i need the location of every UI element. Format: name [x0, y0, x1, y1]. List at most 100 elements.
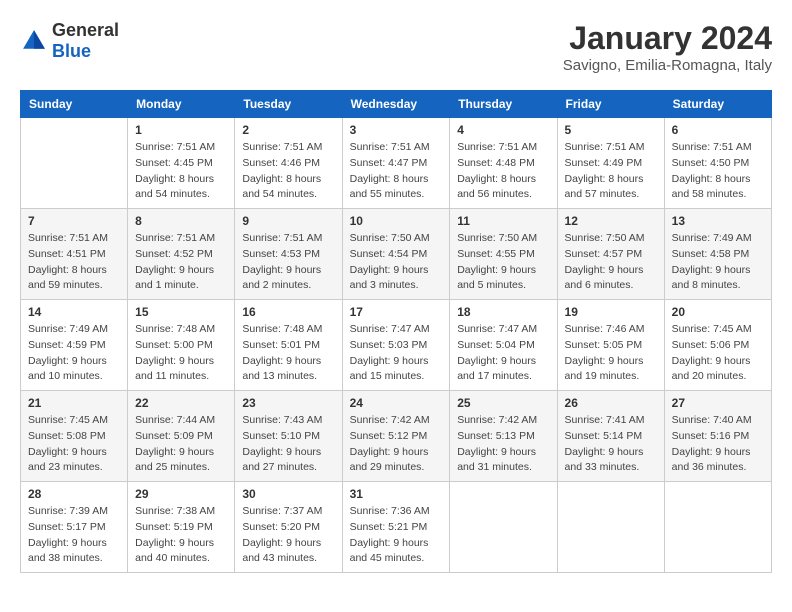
day-info: Sunrise: 7:37 AMSunset: 5:20 PMDaylight:…: [242, 504, 334, 567]
day-info: Sunrise: 7:51 AMSunset: 4:47 PMDaylight:…: [350, 140, 443, 203]
day-info: Sunrise: 7:48 AMSunset: 5:01 PMDaylight:…: [242, 322, 334, 385]
calendar-cell: 19Sunrise: 7:46 AMSunset: 5:05 PMDayligh…: [557, 300, 664, 391]
day-number: 30: [242, 487, 334, 501]
calendar-cell: 15Sunrise: 7:48 AMSunset: 5:00 PMDayligh…: [128, 300, 235, 391]
location-subtitle: Savigno, Emilia-Romagna, Italy: [563, 57, 772, 74]
calendar-cell: 12 Sunrise: 7:50 AMSunset: 4:57 PMDayligh…: [557, 209, 664, 300]
day-number: 19: [565, 305, 657, 319]
calendar-week-row: 28 Sunrise: 7:39 AMSunset: 5:17 PMDayligh…: [21, 482, 772, 573]
calendar-cell: 1Sunrise: 7:51 AMSunset: 4:45 PMDaylight…: [128, 118, 235, 209]
day-number: 7: [28, 214, 120, 228]
day-number: 18: [457, 305, 549, 319]
month-year-title: January 2024: [563, 20, 772, 57]
day-number: 12: [565, 214, 657, 228]
weekday-header-tuesday: Tuesday: [235, 91, 342, 118]
day-number: 9: [242, 214, 334, 228]
calendar-cell: 26 Sunrise: 7:41 AMSunset: 5:14 PMDayligh…: [557, 391, 664, 482]
day-info: Sunrise: 7:43 AMSunset: 5:10 PMDaylight:…: [242, 413, 334, 476]
calendar-cell: 27Sunrise: 7:40 AMSunset: 5:16 PMDayligh…: [664, 391, 771, 482]
calendar-week-row: 14 Sunrise: 7:49 AMSunset: 4:59 PMDayligh…: [21, 300, 772, 391]
day-info: Sunrise: 7:45 AMSunset: 5:08 PMDaylight:…: [28, 413, 120, 476]
day-info: Sunrise: 7:39 AMSunset: 5:17 PMDaylight:…: [28, 504, 120, 567]
day-info: Sunrise: 7:42 AMSunset: 5:12 PMDaylight:…: [350, 413, 443, 476]
day-number: 26: [565, 396, 657, 410]
calendar-cell: 2 Sunrise: 7:51 AMSunset: 4:46 PMDaylight…: [235, 118, 342, 209]
day-info: Sunrise: 7:51 AMSunset: 4:50 PMDaylight:…: [672, 140, 764, 203]
day-info: Sunrise: 7:49 AMSunset: 4:59 PMDaylight:…: [28, 322, 120, 385]
day-number: 24: [350, 396, 443, 410]
day-number: 29: [135, 487, 227, 501]
day-number: 16: [242, 305, 334, 319]
logo-icon: [20, 27, 48, 55]
day-info: Sunrise: 7:36 AMSunset: 5:21 PMDaylight:…: [350, 504, 443, 567]
logo: General Blue: [20, 20, 119, 62]
day-number: 3: [350, 123, 443, 137]
calendar-cell: 25 Sunrise: 7:42 AMSunset: 5:13 PMDayligh…: [450, 391, 557, 482]
weekday-header-saturday: Saturday: [664, 91, 771, 118]
day-info: Sunrise: 7:51 AMSunset: 4:46 PMDaylight:…: [242, 140, 334, 203]
calendar-cell: 14 Sunrise: 7:49 AMSunset: 4:59 PMDayligh…: [21, 300, 128, 391]
day-info: Sunrise: 7:51 AMSunset: 4:49 PMDaylight:…: [565, 140, 657, 203]
day-info: Sunrise: 7:51 AMSunset: 4:53 PMDaylight:…: [242, 231, 334, 294]
calendar-cell: 11 Sunrise: 7:50 AMSunset: 4:55 PMDayligh…: [450, 209, 557, 300]
day-number: 11: [457, 214, 549, 228]
day-number: 21: [28, 396, 120, 410]
weekday-header-monday: Monday: [128, 91, 235, 118]
day-number: 25: [457, 396, 549, 410]
calendar-cell: 20 Sunrise: 7:45 AMSunset: 5:06 PMDayligh…: [664, 300, 771, 391]
day-info: Sunrise: 7:51 AMSunset: 4:48 PMDaylight:…: [457, 140, 549, 203]
day-number: 14: [28, 305, 120, 319]
day-number: 8: [135, 214, 227, 228]
calendar-cell: 18 Sunrise: 7:47 AMSunset: 5:04 PMDayligh…: [450, 300, 557, 391]
day-number: 28: [28, 487, 120, 501]
title-block: January 2024 Savigno, Emilia-Romagna, It…: [563, 20, 772, 74]
calendar-cell: 22Sunrise: 7:44 AMSunset: 5:09 PMDayligh…: [128, 391, 235, 482]
calendar-cell: 5 Sunrise: 7:51 AMSunset: 4:49 PMDaylight…: [557, 118, 664, 209]
calendar-table: SundayMondayTuesdayWednesdayThursdayFrid…: [20, 90, 772, 573]
day-info: Sunrise: 7:50 AMSunset: 4:55 PMDaylight:…: [457, 231, 549, 294]
day-info: Sunrise: 7:49 AMSunset: 4:58 PMDaylight:…: [672, 231, 764, 294]
calendar-cell: 6 Sunrise: 7:51 AMSunset: 4:50 PMDaylight…: [664, 118, 771, 209]
day-info: Sunrise: 7:45 AMSunset: 5:06 PMDaylight:…: [672, 322, 764, 385]
calendar-cell: 16 Sunrise: 7:48 AMSunset: 5:01 PMDayligh…: [235, 300, 342, 391]
day-info: Sunrise: 7:47 AMSunset: 5:04 PMDaylight:…: [457, 322, 549, 385]
calendar-cell: 29Sunrise: 7:38 AMSunset: 5:19 PMDayligh…: [128, 482, 235, 573]
page-header: General Blue January 2024 Savigno, Emili…: [20, 20, 772, 74]
day-number: 13: [672, 214, 764, 228]
calendar-cell: [450, 482, 557, 573]
calendar-cell: 9 Sunrise: 7:51 AMSunset: 4:53 PMDaylight…: [235, 209, 342, 300]
calendar-cell: [664, 482, 771, 573]
calendar-cell: 28 Sunrise: 7:39 AMSunset: 5:17 PMDayligh…: [21, 482, 128, 573]
calendar-cell: 4 Sunrise: 7:51 AMSunset: 4:48 PMDaylight…: [450, 118, 557, 209]
day-number: 6: [672, 123, 764, 137]
day-info: Sunrise: 7:51 AMSunset: 4:52 PMDaylight:…: [135, 231, 227, 294]
weekday-header-friday: Friday: [557, 91, 664, 118]
day-info: Sunrise: 7:41 AMSunset: 5:14 PMDaylight:…: [565, 413, 657, 476]
calendar-header-row: SundayMondayTuesdayWednesdayThursdayFrid…: [21, 91, 772, 118]
weekday-header-thursday: Thursday: [450, 91, 557, 118]
weekday-header-wednesday: Wednesday: [342, 91, 450, 118]
day-info: Sunrise: 7:42 AMSunset: 5:13 PMDaylight:…: [457, 413, 549, 476]
day-info: Sunrise: 7:47 AMSunset: 5:03 PMDaylight:…: [350, 322, 443, 385]
day-number: 23: [242, 396, 334, 410]
calendar-week-row: 21 Sunrise: 7:45 AMSunset: 5:08 PMDayligh…: [21, 391, 772, 482]
calendar-cell: 23 Sunrise: 7:43 AMSunset: 5:10 PMDayligh…: [235, 391, 342, 482]
calendar-cell: [557, 482, 664, 573]
calendar-cell: 17Sunrise: 7:47 AMSunset: 5:03 PMDayligh…: [342, 300, 450, 391]
day-number: 5: [565, 123, 657, 137]
logo-blue-text: Blue: [52, 41, 91, 61]
calendar-cell: 24 Sunrise: 7:42 AMSunset: 5:12 PMDayligh…: [342, 391, 450, 482]
calendar-week-row: 1Sunrise: 7:51 AMSunset: 4:45 PMDaylight…: [21, 118, 772, 209]
day-number: 2: [242, 123, 334, 137]
day-number: 4: [457, 123, 549, 137]
day-number: 31: [350, 487, 443, 501]
calendar-cell: 21 Sunrise: 7:45 AMSunset: 5:08 PMDayligh…: [21, 391, 128, 482]
day-number: 20: [672, 305, 764, 319]
calendar-cell: 3 Sunrise: 7:51 AMSunset: 4:47 PMDaylight…: [342, 118, 450, 209]
calendar-cell: 10Sunrise: 7:50 AMSunset: 4:54 PMDayligh…: [342, 209, 450, 300]
day-number: 1: [135, 123, 227, 137]
calendar-cell: 13 Sunrise: 7:49 AMSunset: 4:58 PMDayligh…: [664, 209, 771, 300]
calendar-cell: 8 Sunrise: 7:51 AMSunset: 4:52 PMDaylight…: [128, 209, 235, 300]
day-info: Sunrise: 7:44 AMSunset: 5:09 PMDaylight:…: [135, 413, 227, 476]
day-info: Sunrise: 7:50 AMSunset: 4:57 PMDaylight:…: [565, 231, 657, 294]
